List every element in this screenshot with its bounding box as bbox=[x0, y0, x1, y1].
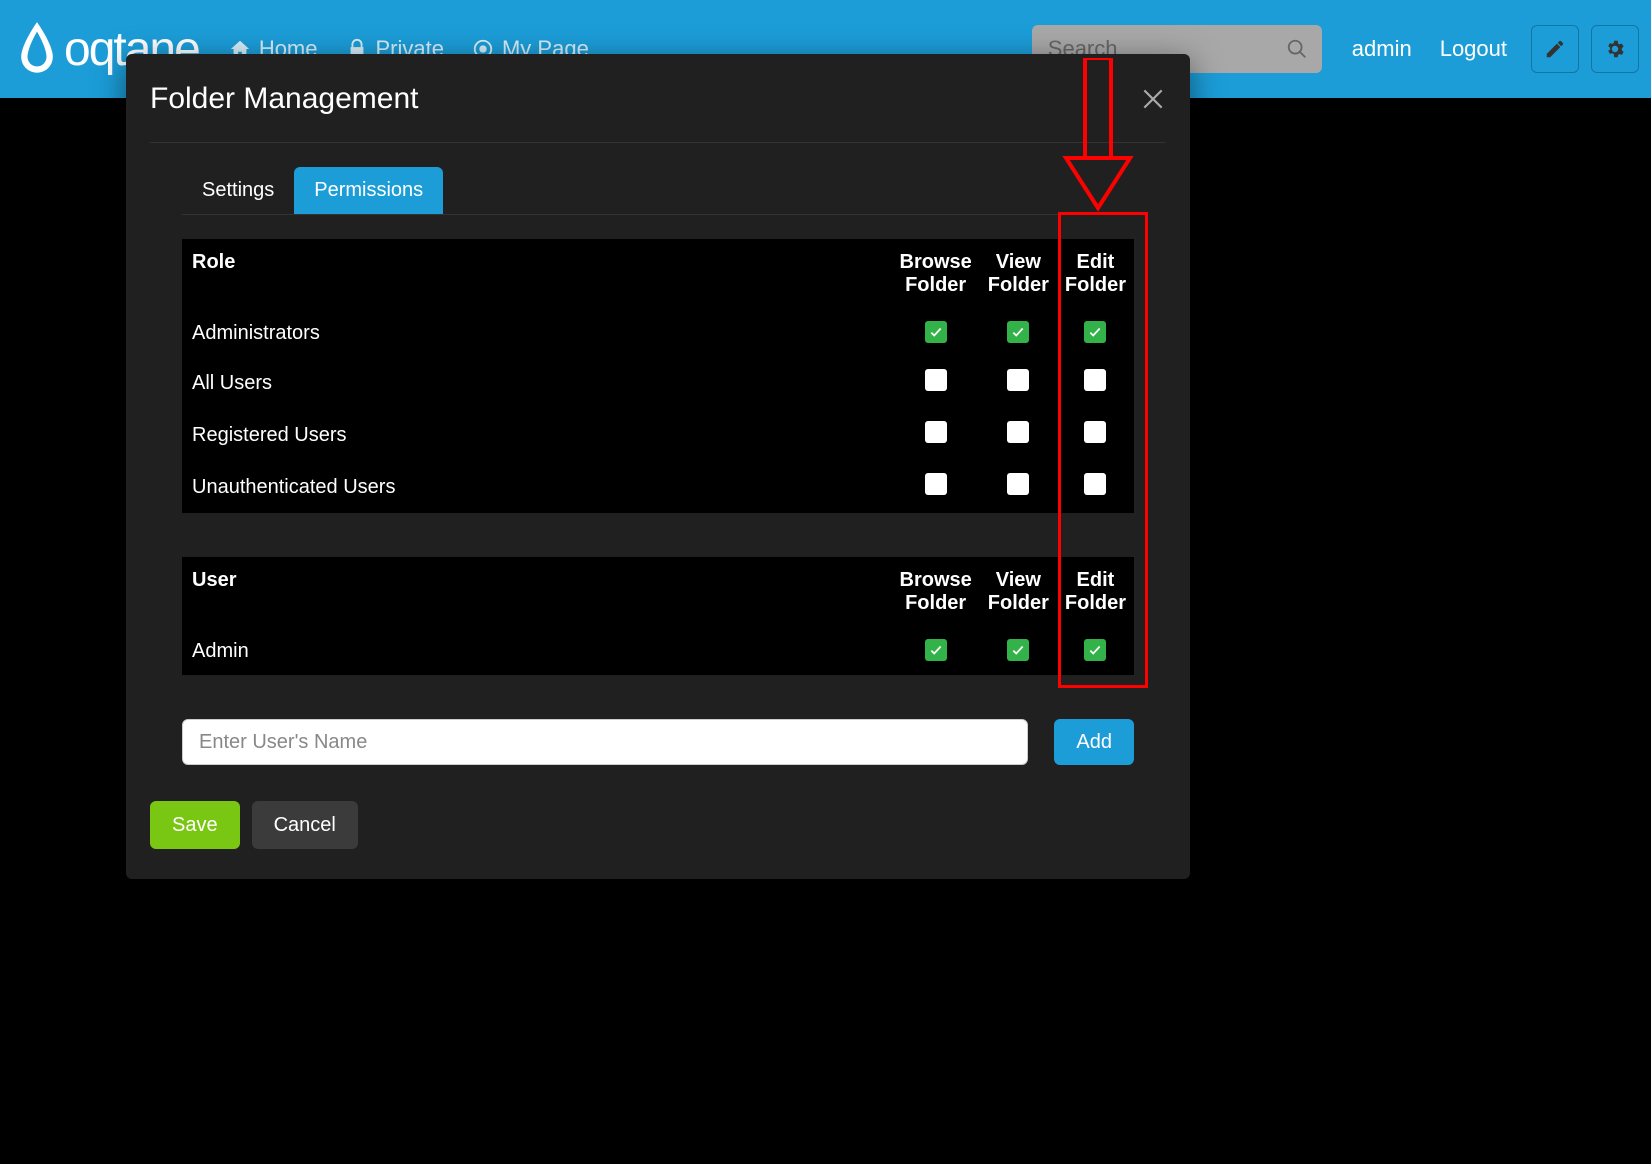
search-icon bbox=[1286, 38, 1308, 60]
role-permissions-table: Role Browse Folder View Folder Edit Fold… bbox=[182, 239, 1134, 513]
col-header-view-user: View Folder bbox=[980, 557, 1057, 627]
cancel-button[interactable]: Cancel bbox=[252, 801, 358, 849]
user-0-browse-checkbox[interactable] bbox=[925, 639, 947, 661]
role-name: Administrators bbox=[182, 309, 892, 357]
role-3-browse-checkbox[interactable] bbox=[925, 473, 947, 495]
col-header-browse: Browse Folder bbox=[892, 239, 980, 309]
role-2-view-checkbox[interactable] bbox=[1007, 421, 1029, 443]
user-links: admin Logout bbox=[1352, 36, 1507, 62]
table-row: Unauthenticated Users bbox=[182, 461, 1134, 513]
col-header-edit-user: Edit Folder bbox=[1057, 557, 1134, 627]
role-0-view-checkbox[interactable] bbox=[1007, 321, 1029, 343]
user-permissions-table: User Browse Folder View Folder Edit Fold… bbox=[182, 557, 1134, 675]
role-0-edit-checkbox[interactable] bbox=[1084, 321, 1106, 343]
role-3-view-checkbox[interactable] bbox=[1007, 473, 1029, 495]
user-0-edit-checkbox[interactable] bbox=[1084, 639, 1106, 661]
edit-mode-button[interactable] bbox=[1531, 25, 1579, 73]
role-name: All Users bbox=[182, 357, 892, 409]
role-2-edit-checkbox[interactable] bbox=[1084, 421, 1106, 443]
role-1-view-checkbox[interactable] bbox=[1007, 369, 1029, 391]
pencil-icon bbox=[1544, 38, 1566, 60]
role-3-edit-checkbox[interactable] bbox=[1084, 473, 1106, 495]
modal-title: Folder Management bbox=[150, 82, 418, 116]
role-name: Unauthenticated Users bbox=[182, 461, 892, 513]
role-1-browse-checkbox[interactable] bbox=[925, 369, 947, 391]
role-1-edit-checkbox[interactable] bbox=[1084, 369, 1106, 391]
role-2-browse-checkbox[interactable] bbox=[925, 421, 947, 443]
tab-settings[interactable]: Settings bbox=[182, 167, 294, 214]
user-0-view-checkbox[interactable] bbox=[1007, 639, 1029, 661]
table-row: Administrators bbox=[182, 309, 1134, 357]
col-header-edit: Edit Folder bbox=[1057, 239, 1134, 309]
table-row: All Users bbox=[182, 357, 1134, 409]
col-header-view: View Folder bbox=[980, 239, 1057, 309]
settings-button[interactable] bbox=[1591, 25, 1639, 73]
tabs: Settings Permissions bbox=[182, 167, 1134, 215]
gear-icon bbox=[1604, 38, 1626, 60]
col-header-role: Role bbox=[182, 239, 892, 309]
tab-permissions[interactable]: Permissions bbox=[294, 167, 443, 214]
save-button[interactable]: Save bbox=[150, 801, 240, 849]
role-name: Registered Users bbox=[182, 409, 892, 461]
add-user-button[interactable]: Add bbox=[1054, 719, 1134, 765]
user-name: Admin bbox=[182, 627, 892, 675]
col-header-user: User bbox=[182, 557, 892, 627]
col-header-browse-user: Browse Folder bbox=[892, 557, 980, 627]
folder-management-modal: Folder Management Settings Permissions R… bbox=[126, 54, 1190, 879]
close-icon bbox=[1140, 86, 1166, 112]
modal-close-button[interactable] bbox=[1140, 86, 1166, 112]
logo-drop-icon bbox=[18, 22, 56, 76]
table-row: Registered Users bbox=[182, 409, 1134, 461]
table-row: Admin bbox=[182, 627, 1134, 675]
username-link[interactable]: admin bbox=[1352, 36, 1412, 62]
add-user-input[interactable] bbox=[182, 719, 1028, 765]
logout-link[interactable]: Logout bbox=[1440, 36, 1507, 62]
role-0-browse-checkbox[interactable] bbox=[925, 321, 947, 343]
